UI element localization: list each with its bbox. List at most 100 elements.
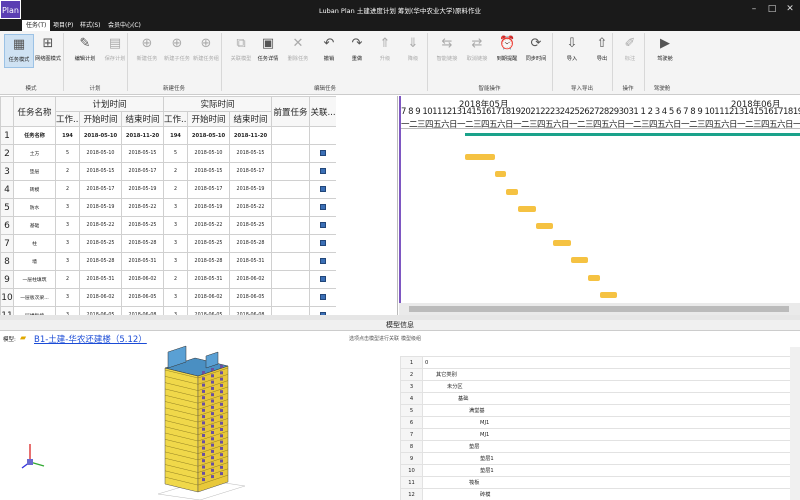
related-cell[interactable] bbox=[309, 198, 337, 217]
table-row[interactable]: 5 防水 3 2018-05-19 2018-05-22 3 2018-05-19 2018-… bbox=[0, 198, 337, 217]
actual-work-cell[interactable]: 3 bbox=[163, 306, 188, 315]
table-row[interactable]: 10 一层板次梁... 3 2018-06-02 2018-06-05 3 2018-06-… bbox=[0, 288, 337, 307]
predecessor-cell[interactable] bbox=[271, 144, 310, 163]
gantt-task-bar[interactable] bbox=[535, 223, 554, 229]
actual-start-cell[interactable]: 2018-05-15 bbox=[187, 162, 230, 181]
tree-row[interactable]: 6 MJ1 bbox=[400, 416, 800, 429]
link-model-button[interactable]: ⧉ 关联模型 bbox=[226, 34, 256, 68]
plan-work-cell[interactable]: 3 bbox=[55, 198, 80, 217]
tree-node-label[interactable]: 垫层1 bbox=[422, 452, 800, 465]
row-number[interactable]: 3 bbox=[0, 162, 14, 181]
actual-start-cell[interactable]: 2018-05-10 bbox=[187, 144, 230, 163]
plan-start-cell[interactable]: 2018-05-25 bbox=[79, 234, 122, 253]
plan-start-cell[interactable]: 2018-06-05 bbox=[79, 306, 122, 315]
actual-work-cell[interactable]: 2 bbox=[163, 270, 188, 289]
smart-link-button[interactable]: ⇆ 智能链接 bbox=[432, 34, 462, 68]
gantt-task-bar[interactable] bbox=[465, 154, 495, 161]
predecessor-cell[interactable] bbox=[271, 288, 310, 307]
plan-end-cell[interactable]: 2018-06-05 bbox=[121, 288, 164, 307]
close-icon[interactable]: ✕ bbox=[782, 3, 798, 15]
task-name-cell[interactable]: 墙 bbox=[13, 252, 56, 271]
predecessor-cell[interactable] bbox=[271, 234, 310, 253]
plan-end-cell[interactable]: 2018-05-22 bbox=[121, 198, 164, 217]
downgrade-button[interactable]: ⇓ 降级 bbox=[398, 34, 428, 68]
plan-end-cell[interactable]: 2018-05-15 bbox=[121, 144, 164, 163]
actual-work-cell[interactable]: 2 bbox=[163, 162, 188, 181]
tree-node-label[interactable]: 满堂基 bbox=[422, 404, 800, 417]
col-related[interactable]: 关联... bbox=[309, 96, 337, 127]
delete-task-button[interactable]: ✕ 删除任务 bbox=[283, 34, 313, 68]
plan-start-cell[interactable]: 2018-05-22 bbox=[79, 216, 122, 235]
related-cell[interactable] bbox=[309, 288, 337, 307]
tree-node-label[interactable]: 其它类别 bbox=[422, 368, 800, 381]
actual-end-cell[interactable]: 2018-05-31 bbox=[229, 252, 272, 271]
table-row[interactable]: 4 砖模 2 2018-05-17 2018-05-19 2 2018-05-17 2018-… bbox=[0, 180, 337, 199]
actual-end-cell[interactable]: 2018-05-19 bbox=[229, 180, 272, 199]
related-cell[interactable] bbox=[309, 234, 337, 253]
actual-work-cell[interactable]: 194 bbox=[163, 126, 188, 145]
plan-end-cell[interactable]: 2018-05-28 bbox=[121, 234, 164, 253]
sync-time-button[interactable]: ⟳ 同步时间 bbox=[521, 34, 551, 68]
related-cell[interactable] bbox=[309, 306, 337, 315]
plan-work-cell[interactable]: 3 bbox=[55, 306, 80, 315]
save-plan-button[interactable]: ▤ 保存计划 bbox=[100, 34, 130, 68]
minimize-icon[interactable]: – bbox=[746, 3, 762, 15]
plan-work-cell[interactable]: 2 bbox=[55, 180, 80, 199]
table-row[interactable]: 11一层楼板填...32018-06-052018-06-0832018-06-… bbox=[0, 306, 337, 315]
predecessor-cell[interactable] bbox=[271, 252, 310, 271]
model-link-icon[interactable] bbox=[320, 221, 326, 228]
table-row[interactable]: 8 墙 3 2018-05-28 2018-05-31 3 2018-05-28 2018-0… bbox=[0, 252, 337, 271]
table-row[interactable]: 7 柱 3 2018-05-25 2018-05-28 3 2018-05-25 2018-0… bbox=[0, 234, 337, 253]
actual-work-cell[interactable]: 3 bbox=[163, 216, 188, 235]
row-number[interactable]: 8 bbox=[0, 252, 14, 271]
col-actual-work[interactable]: 工作... bbox=[163, 111, 188, 127]
tree-row[interactable]: 8 垫层 bbox=[400, 440, 800, 453]
table-row[interactable]: 6 基础 3 2018-05-22 2018-05-25 3 2018-05-22 2018-… bbox=[0, 216, 337, 235]
task-name-cell[interactable]: 任务名称 bbox=[13, 126, 56, 145]
due-reminder-button[interactable]: ⏰ 到期提醒 bbox=[492, 34, 522, 68]
task-name-cell[interactable]: 防水 bbox=[13, 198, 56, 217]
tree-node-label[interactable]: 砖模 bbox=[422, 488, 800, 500]
tree-node-label[interactable]: 筏板 bbox=[422, 476, 800, 489]
predecessor-cell[interactable] bbox=[271, 180, 310, 199]
task-name-cell[interactable]: 一层柱填筑 bbox=[13, 270, 56, 289]
actual-work-cell[interactable]: 5 bbox=[163, 144, 188, 163]
task-name-cell[interactable]: 土方 bbox=[13, 144, 56, 163]
plan-start-cell[interactable]: 2018-05-15 bbox=[79, 162, 122, 181]
building-3d-model[interactable] bbox=[150, 344, 250, 500]
actual-end-cell[interactable]: 2018-05-25 bbox=[229, 216, 272, 235]
tree-row[interactable]: 9 垫层1 bbox=[400, 452, 800, 465]
gantt-task-bar[interactable] bbox=[588, 274, 600, 281]
task-mode-button[interactable]: ▦ 任务模式 bbox=[4, 34, 34, 68]
plan-end-cell[interactable]: 2018-05-19 bbox=[121, 180, 164, 199]
related-cell[interactable] bbox=[309, 180, 337, 199]
row-number[interactable]: 9 bbox=[0, 270, 14, 289]
plan-work-cell[interactable]: 2 bbox=[55, 162, 80, 181]
col-plan-end[interactable]: 结束时间 bbox=[121, 111, 164, 127]
tree-node-label[interactable]: 垫层1 bbox=[422, 464, 800, 477]
new-task-group-button[interactable]: ⊕ 新建任务组 bbox=[191, 34, 221, 68]
actual-start-cell[interactable]: 2018-05-28 bbox=[187, 252, 230, 271]
plan-start-cell[interactable]: 2018-05-17 bbox=[79, 180, 122, 199]
redo-button[interactable]: ↷ 重做 bbox=[342, 34, 372, 68]
row-number[interactable]: 6 bbox=[0, 216, 14, 235]
gantt-task-bar[interactable] bbox=[494, 171, 507, 178]
model-link-icon[interactable] bbox=[320, 185, 326, 192]
plan-work-cell[interactable]: 194 bbox=[55, 126, 80, 145]
tree-row[interactable]: 5 满堂基 bbox=[400, 404, 800, 417]
plan-end-cell[interactable]: 2018-05-17 bbox=[121, 162, 164, 181]
task-name-cell[interactable]: 柱 bbox=[13, 234, 56, 253]
actual-start-cell[interactable]: 2018-05-17 bbox=[187, 180, 230, 199]
plan-end-cell[interactable]: 2018-05-31 bbox=[121, 252, 164, 271]
col-actual-start[interactable]: 开始时间 bbox=[187, 111, 230, 127]
actual-end-cell[interactable]: 2018-05-28 bbox=[229, 234, 272, 253]
task-name-cell[interactable]: 一层板次梁... bbox=[13, 288, 56, 307]
tree-row[interactable]: 3 未分区 bbox=[400, 380, 800, 393]
col-plan-work[interactable]: 工作... bbox=[55, 111, 80, 127]
model-link-icon[interactable] bbox=[320, 257, 326, 264]
plan-work-cell[interactable]: 3 bbox=[55, 234, 80, 253]
tree-node-label[interactable]: 0 bbox=[422, 356, 800, 369]
plan-start-cell[interactable]: 2018-05-10 bbox=[79, 126, 122, 145]
edit-plan-button[interactable]: ✎ 编辑计划 bbox=[70, 34, 100, 68]
plan-work-cell[interactable]: 3 bbox=[55, 252, 80, 271]
